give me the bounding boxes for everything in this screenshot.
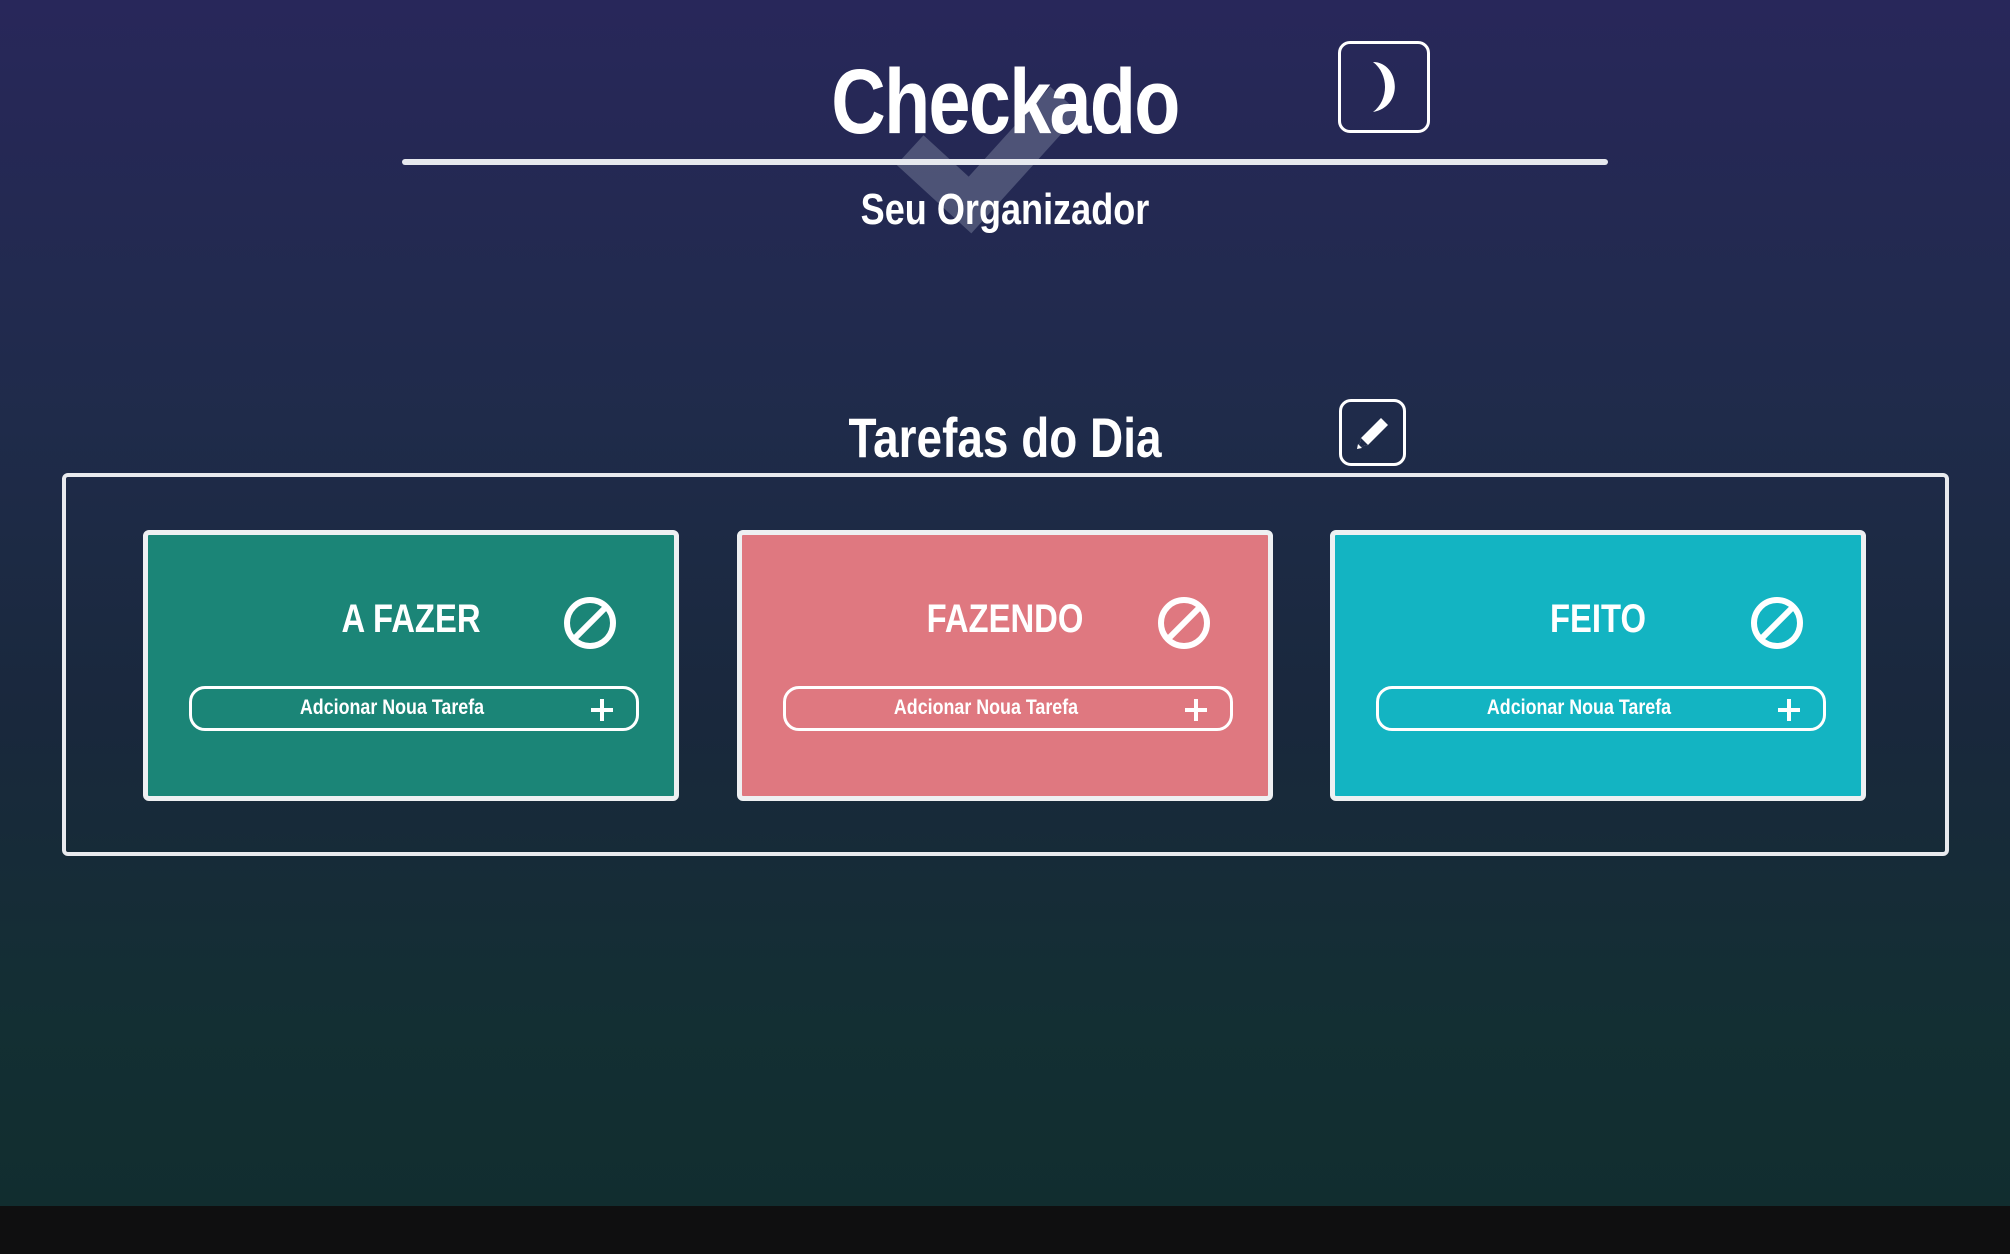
block-icon[interactable] — [1749, 595, 1805, 651]
column-todo: A FAZER Adcionar Noua Tarefa — [143, 530, 679, 801]
pencil-icon — [1356, 417, 1388, 449]
app-subtitle: Seu Organizador — [860, 185, 1150, 234]
edit-board-button[interactable] — [1339, 399, 1406, 466]
add-task-label: Adcionar Noua Tarefa — [1486, 696, 1672, 719]
add-task-button[interactable]: Adcionar Noua Tarefa — [1376, 686, 1826, 731]
title-divider — [402, 159, 1608, 165]
app-title: Checkado — [831, 51, 1180, 153]
bottom-bar — [0, 1206, 2010, 1254]
theme-toggle-button[interactable] — [1338, 41, 1430, 133]
add-task-button[interactable]: Adcionar Noua Tarefa — [189, 686, 639, 731]
block-icon[interactable] — [562, 595, 618, 651]
column-doing: FAZENDO Adcionar Noua Tarefa — [737, 530, 1273, 801]
plus-icon — [1778, 699, 1800, 721]
plus-icon — [1185, 699, 1207, 721]
plus-icon — [591, 699, 613, 721]
add-task-button[interactable]: Adcionar Noua Tarefa — [783, 686, 1233, 731]
section-title: Tarefas do Dia — [848, 406, 1162, 469]
add-task-label: Adcionar Noua Tarefa — [893, 696, 1079, 719]
app-background: Checkado Seu Organizador Tarefas do Dia … — [0, 0, 2010, 1206]
column-done: FEITO Adcionar Noua Tarefa — [1330, 530, 1866, 801]
moon-icon — [1373, 62, 1395, 112]
add-task-label: Adcionar Noua Tarefa — [299, 696, 485, 719]
block-icon[interactable] — [1156, 595, 1212, 651]
